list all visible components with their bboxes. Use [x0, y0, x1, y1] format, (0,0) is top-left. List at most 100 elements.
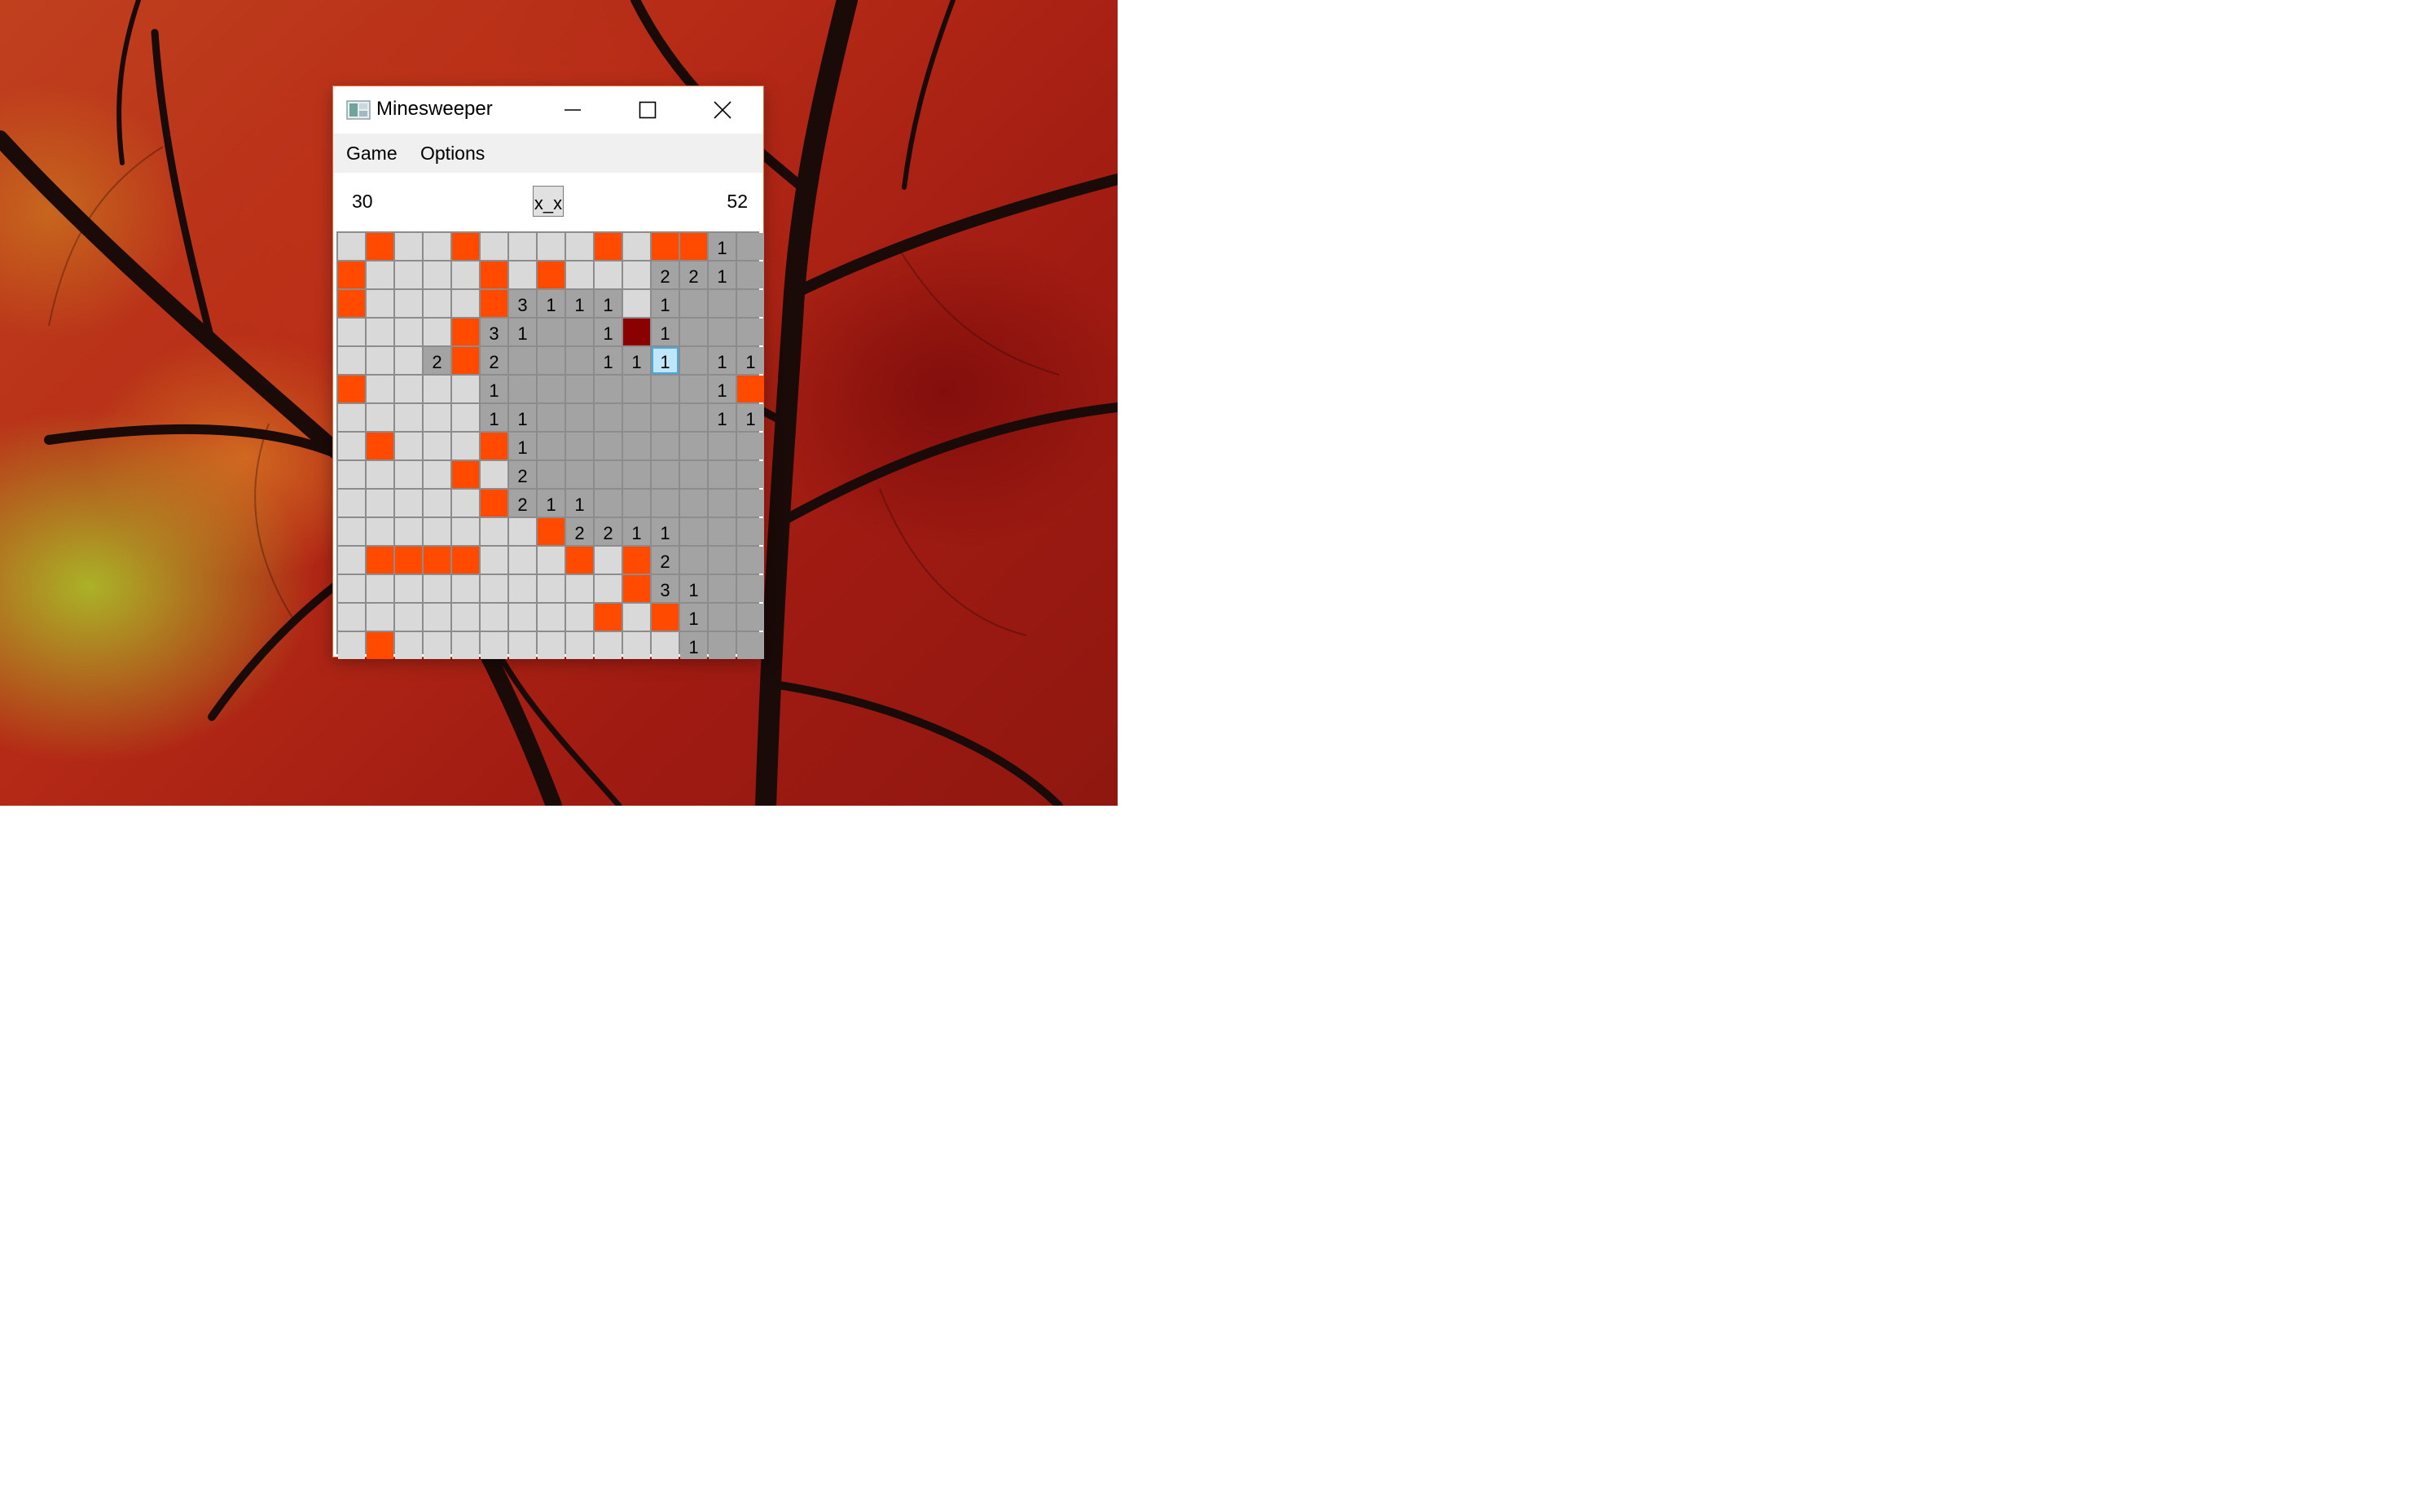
number-cell[interactable]: 1: [481, 404, 507, 431]
unrevealed-cell[interactable]: [367, 319, 393, 345]
unrevealed-cell[interactable]: [481, 233, 507, 260]
unrevealed-cell[interactable]: [509, 575, 536, 602]
revealed-cell[interactable]: [566, 404, 593, 431]
number-cell[interactable]: 1: [509, 433, 536, 459]
unrevealed-cell[interactable]: [452, 404, 479, 431]
mine-cell[interactable]: [395, 547, 422, 574]
number-cell[interactable]: 1: [481, 376, 507, 402]
revealed-cell[interactable]: [680, 376, 707, 402]
unrevealed-cell[interactable]: [509, 518, 536, 545]
revealed-cell[interactable]: [709, 604, 736, 631]
unrevealed-cell[interactable]: [338, 433, 365, 459]
revealed-cell[interactable]: [623, 461, 650, 488]
mine-cell[interactable]: [338, 376, 365, 402]
unrevealed-cell[interactable]: [338, 604, 365, 631]
revealed-cell[interactable]: [737, 604, 764, 631]
number-cell[interactable]: 1: [566, 290, 593, 317]
unrevealed-cell[interactable]: [367, 575, 393, 602]
mine-cell[interactable]: [566, 547, 593, 574]
unrevealed-cell[interactable]: [509, 233, 536, 260]
mine-cell[interactable]: [481, 433, 507, 459]
unrevealed-cell[interactable]: [395, 404, 422, 431]
unrevealed-cell[interactable]: [509, 604, 536, 631]
unrevealed-cell[interactable]: [595, 262, 622, 288]
number-cell[interactable]: 3: [481, 319, 507, 345]
number-cell[interactable]: 2: [509, 461, 536, 488]
revealed-cell[interactable]: [709, 518, 736, 545]
unrevealed-cell[interactable]: [424, 575, 450, 602]
unrevealed-cell[interactable]: [623, 262, 650, 288]
revealed-cell[interactable]: [737, 262, 764, 288]
number-cell[interactable]: 1: [623, 347, 650, 374]
revealed-cell[interactable]: [538, 461, 565, 488]
revealed-cell[interactable]: [652, 404, 679, 431]
revealed-cell[interactable]: [595, 433, 622, 459]
unrevealed-cell[interactable]: [338, 404, 365, 431]
unrevealed-cell[interactable]: [395, 376, 422, 402]
unrevealed-cell[interactable]: [595, 547, 622, 574]
unrevealed-cell[interactable]: [367, 376, 393, 402]
revealed-cell[interactable]: [737, 290, 764, 317]
number-cell[interactable]: 1: [709, 347, 736, 374]
unrevealed-cell[interactable]: [338, 547, 365, 574]
revealed-cell[interactable]: [538, 347, 565, 374]
unrevealed-cell[interactable]: [395, 490, 422, 516]
title-bar[interactable]: Minesweeper: [333, 86, 763, 134]
number-cell[interactable]: 1: [509, 319, 536, 345]
number-cell[interactable]: 1: [595, 319, 622, 345]
unrevealed-cell[interactable]: [481, 604, 507, 631]
revealed-cell[interactable]: [680, 490, 707, 516]
number-cell[interactable]: 1: [595, 347, 622, 374]
unrevealed-cell[interactable]: [367, 490, 393, 516]
revealed-cell[interactable]: [709, 433, 736, 459]
mine-cell[interactable]: [538, 262, 565, 288]
revealed-cell[interactable]: [680, 547, 707, 574]
number-cell[interactable]: 1: [709, 262, 736, 288]
number-cell[interactable]: 2: [680, 262, 707, 288]
unrevealed-cell[interactable]: [623, 604, 650, 631]
revealed-cell[interactable]: [538, 376, 565, 402]
number-cell[interactable]: 2: [424, 347, 450, 374]
unrevealed-cell[interactable]: [509, 632, 536, 659]
revealed-cell[interactable]: [652, 433, 679, 459]
exploded-mine-cell[interactable]: [623, 319, 650, 345]
unrevealed-cell[interactable]: [538, 547, 565, 574]
unrevealed-cell[interactable]: [481, 547, 507, 574]
revealed-cell[interactable]: [680, 518, 707, 545]
unrevealed-cell[interactable]: [395, 632, 422, 659]
unrevealed-cell[interactable]: [395, 319, 422, 345]
number-cell[interactable]: 2: [509, 490, 536, 516]
unrevealed-cell[interactable]: [623, 290, 650, 317]
selected-cell[interactable]: 1: [652, 347, 679, 374]
unrevealed-cell[interactable]: [538, 632, 565, 659]
mine-cell[interactable]: [595, 233, 622, 260]
revealed-cell[interactable]: [680, 404, 707, 431]
number-cell[interactable]: 2: [566, 518, 593, 545]
unrevealed-cell[interactable]: [538, 233, 565, 260]
number-cell[interactable]: 1: [538, 290, 565, 317]
mine-cell[interactable]: [452, 319, 479, 345]
mine-cell[interactable]: [623, 547, 650, 574]
mine-cell[interactable]: [652, 604, 679, 631]
mine-cell[interactable]: [367, 233, 393, 260]
revealed-cell[interactable]: [652, 376, 679, 402]
unrevealed-cell[interactable]: [452, 262, 479, 288]
mine-cell[interactable]: [481, 262, 507, 288]
mine-cell[interactable]: [338, 262, 365, 288]
revealed-cell[interactable]: [680, 319, 707, 345]
menu-game[interactable]: Game: [346, 140, 398, 166]
unrevealed-cell[interactable]: [424, 461, 450, 488]
unrevealed-cell[interactable]: [452, 490, 479, 516]
revealed-cell[interactable]: [737, 518, 764, 545]
unrevealed-cell[interactable]: [367, 262, 393, 288]
revealed-cell[interactable]: [566, 433, 593, 459]
number-cell[interactable]: 1: [680, 604, 707, 631]
unrevealed-cell[interactable]: [566, 632, 593, 659]
number-cell[interactable]: 1: [737, 347, 764, 374]
revealed-cell[interactable]: [652, 490, 679, 516]
number-cell[interactable]: 2: [481, 347, 507, 374]
unrevealed-cell[interactable]: [623, 233, 650, 260]
revealed-cell[interactable]: [737, 547, 764, 574]
unrevealed-cell[interactable]: [452, 376, 479, 402]
unrevealed-cell[interactable]: [338, 575, 365, 602]
